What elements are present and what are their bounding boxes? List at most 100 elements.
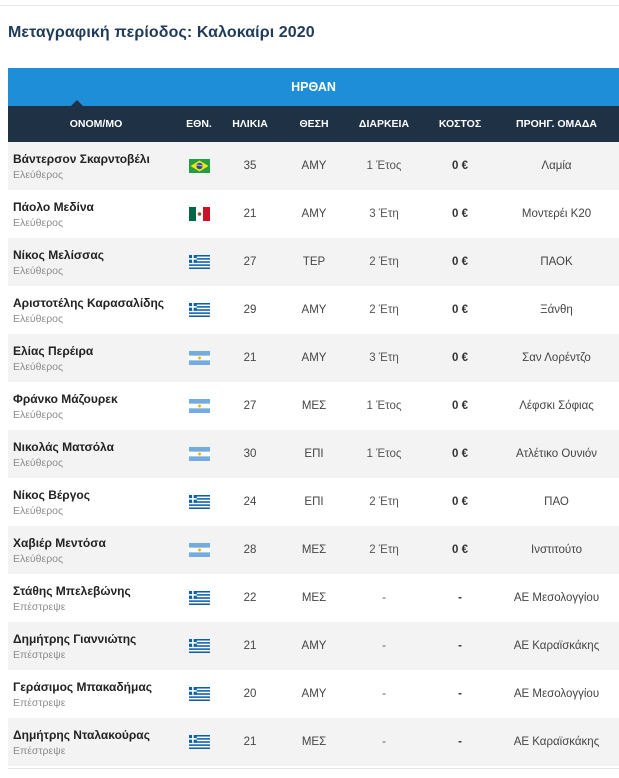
player-cell: Χαβιέρ Μεντόσα Ελεύθερος <box>8 536 184 565</box>
player-name[interactable]: Γεράσιμος Μπακαδήμας <box>13 680 178 694</box>
player-name[interactable]: Στάθης Μπελεβώνης <box>13 584 178 598</box>
header-cost: ΚΟΣΤΟΣ <box>438 118 482 130</box>
position-cell: ΤΕΡ <box>302 256 326 268</box>
player-name[interactable]: Αριστοτέλης Καρασαλίδης <box>13 296 178 310</box>
cost-cell: 0 € <box>452 256 468 268</box>
position-cell: ΜΕΣ <box>301 400 327 412</box>
transfers-table: ΗΡΘΑΝ ΟΝΟΜ/ΜΟ ΕΘΝ. ΗΛΙΚΙΑ ΘΕΣΗ ΔΙΑΡΚΕΙΑ … <box>8 68 619 766</box>
age-cell: 28 <box>243 544 257 556</box>
duration-cell: 3 Έτη <box>369 352 399 364</box>
duration-cell: 3 Έτη <box>369 208 399 220</box>
argentina-flag-icon <box>188 447 210 461</box>
argentina-flag-icon <box>188 543 210 557</box>
player-name[interactable]: Δημήτρης Γιαννιώτης <box>13 632 178 646</box>
player-name[interactable]: Νίκος Μελίσσας <box>13 248 178 262</box>
duration-cell: - <box>382 688 386 700</box>
nationality-cell <box>184 495 214 509</box>
cost-cell: - <box>458 688 462 700</box>
section-banner: ΗΡΘΑΝ <box>8 68 619 107</box>
player-status: Ελεύθερος <box>13 504 64 517</box>
player-name[interactable]: Φράνκο Μάζουρεκ <box>13 392 178 406</box>
player-name[interactable]: Πάολο Μεδίνα <box>13 200 178 214</box>
nationality-cell <box>184 255 214 269</box>
duration-cell: - <box>382 640 386 652</box>
greece-flag-icon <box>188 591 210 605</box>
age-cell: 21 <box>243 352 257 364</box>
position-cell: ΑΜΥ <box>301 640 327 652</box>
previous-team-cell: ΠΑΟ <box>544 496 569 508</box>
age-cell: 35 <box>243 160 257 172</box>
previous-team-cell: ΑΕ Μεσολογγίου <box>513 688 600 700</box>
player-cell: Βάντερσον Σκαρντοβέλι Ελεύθερος <box>8 152 184 181</box>
player-name[interactable]: Δημήτρης Νταλακούρας <box>13 728 178 742</box>
player-cell: Δημήτρης Γιαννιώτης Επέστρεψε <box>8 632 184 661</box>
age-cell: 30 <box>243 448 257 460</box>
duration-cell: 2 Έτη <box>369 256 399 268</box>
greece-flag-icon <box>188 495 210 509</box>
position-cell: ΑΜΥ <box>301 352 327 364</box>
age-cell: 27 <box>243 400 257 412</box>
player-name[interactable]: Βάντερσον Σκαρντοβέλι <box>13 152 178 166</box>
position-cell: ΜΕΣ <box>301 736 327 748</box>
player-name[interactable]: Νίκος Βέργος <box>13 488 178 502</box>
player-cell: Φράνκο Μάζουρεκ Ελεύθερος <box>8 392 184 421</box>
player-cell: Δημήτρης Νταλακούρας Επέστρεψε <box>8 728 184 757</box>
position-cell: ΑΜΥ <box>301 160 327 172</box>
cost-cell: 0 € <box>452 448 468 460</box>
table-row: Φράνκο Μάζουρεκ Ελεύθερος 27 ΜΕΣ 1 Έτος 0 € Λέ… <box>8 382 619 430</box>
player-status: Ελεύθερος <box>13 360 64 373</box>
position-cell: ΕΠΙ <box>304 496 324 508</box>
player-status: Ελεύθερος <box>13 408 64 421</box>
table-row: Ελίας Περέιρα Ελεύθερος 21 ΑΜΥ 3 Έτη 0 € Σαν Λ… <box>8 334 619 382</box>
age-cell: 21 <box>243 736 257 748</box>
nationality-cell <box>184 207 214 221</box>
header-name: ΟΝΟΜ/ΜΟ <box>69 118 123 130</box>
table-row: Δημήτρης Νταλακούρας Επέστρεψε 21 ΜΕΣ - - ΑΕ Κ… <box>8 718 619 766</box>
table-row: Βάντερσον Σκαρντοβέλι Ελεύθερος 35 ΑΜΥ 1 Έτο… <box>8 142 619 190</box>
header-nationality: ΕΘΝ. <box>186 118 212 130</box>
nationality-cell <box>184 159 214 173</box>
nationality-cell <box>184 399 214 413</box>
cost-cell: 0 € <box>452 208 468 220</box>
duration-cell: 2 Έτη <box>369 304 399 316</box>
duration-cell: 1 Έτος <box>366 400 402 412</box>
player-name[interactable]: Νικολάς Ματσόλα <box>13 440 178 454</box>
age-cell: 27 <box>243 256 257 268</box>
cost-cell: 0 € <box>452 352 468 364</box>
duration-cell: 1 Έτος <box>366 448 402 460</box>
table-row: Νίκος Βέργος Ελεύθερος 24 ΕΠΙ 2 Έτη 0 € ΠΑΟ <box>8 478 619 526</box>
bottom-divider <box>8 768 619 769</box>
nationality-cell <box>184 639 214 653</box>
table-row: Γεράσιμος Μπακαδήμας Επέστρεψε 20 ΑΜΥ - - ΑΕ Μ… <box>8 670 619 718</box>
player-name[interactable]: Χαβιέρ Μεντόσα <box>13 536 178 550</box>
position-cell: ΑΜΥ <box>301 208 327 220</box>
previous-team-cell: ΑΕ Καραϊσκάκης <box>513 640 600 652</box>
duration-cell: 1 Έτος <box>366 160 402 172</box>
mexico-flag-icon <box>188 207 210 221</box>
argentina-flag-icon <box>188 351 210 365</box>
argentina-flag-icon <box>188 399 210 413</box>
brazil-flag-icon <box>188 159 210 173</box>
table-row: Στάθης Μπελεβώνης Επέστρεψε 22 ΜΕΣ - - ΑΕ Μεσο… <box>8 574 619 622</box>
player-status: Ελεύθερος <box>13 552 64 565</box>
previous-team-cell: ΑΕ Καραϊσκάκης <box>513 736 600 748</box>
player-status: Ελεύθερος <box>13 312 64 325</box>
age-cell: 21 <box>243 208 257 220</box>
nationality-cell <box>184 591 214 605</box>
top-divider <box>0 5 619 6</box>
table-row: Δημήτρης Γιαννιώτης Επέστρεψε 21 ΑΜΥ - - ΑΕ Κα… <box>8 622 619 670</box>
player-status: Επέστρεψε <box>13 744 66 757</box>
greece-flag-icon <box>188 735 210 749</box>
nationality-cell <box>184 687 214 701</box>
cost-cell: 0 € <box>452 400 468 412</box>
player-cell: Νίκος Βέργος Ελεύθερος <box>8 488 184 517</box>
position-cell: ΑΜΥ <box>301 304 327 316</box>
player-name[interactable]: Ελίας Περέιρα <box>13 344 178 358</box>
position-cell: ΑΜΥ <box>301 688 327 700</box>
position-cell: ΜΕΣ <box>301 544 327 556</box>
banner-pointer <box>70 100 84 107</box>
nationality-cell <box>184 303 214 317</box>
duration-cell: 2 Έτη <box>369 544 399 556</box>
header-duration: ΔΙΑΡΚΕΙΑ <box>358 118 410 130</box>
table-header: ΟΝΟΜ/ΜΟ ΕΘΝ. ΗΛΙΚΙΑ ΘΕΣΗ ΔΙΑΡΚΕΙΑ ΚΟΣΤΟΣ… <box>8 106 619 142</box>
